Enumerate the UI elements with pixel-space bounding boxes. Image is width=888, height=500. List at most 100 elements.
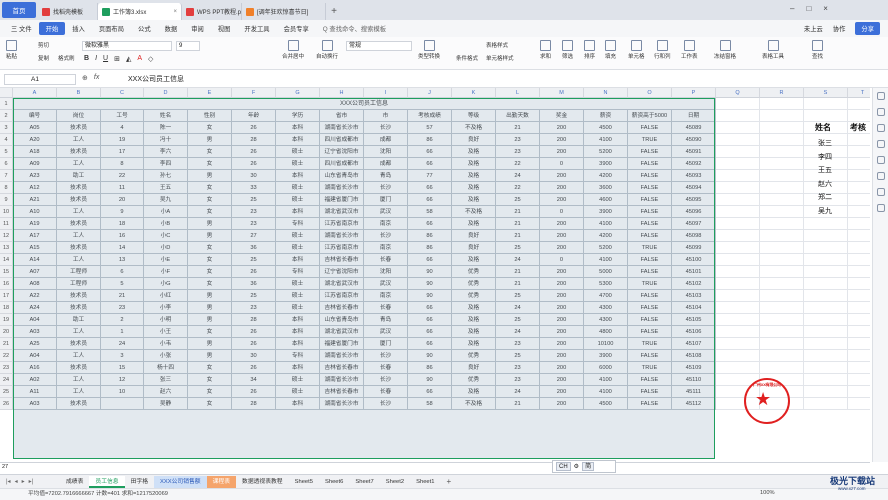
table-cell[interactable]: 及格: [452, 338, 496, 350]
table-cell[interactable]: 本科: [276, 206, 320, 218]
table-cell[interactable]: 45103: [672, 290, 716, 302]
empty-cell[interactable]: [804, 386, 848, 398]
table-cell[interactable]: 24: [101, 338, 144, 350]
header-cell[interactable]: 省市: [320, 110, 364, 122]
table-cell[interactable]: 女: [188, 386, 232, 398]
table-cell[interactable]: 26: [232, 326, 276, 338]
table-cell[interactable]: 24: [496, 302, 540, 314]
table-cell[interactable]: 200: [540, 290, 584, 302]
table-cell[interactable]: 23: [232, 206, 276, 218]
table-cell[interactable]: 5200: [584, 146, 628, 158]
name-box[interactable]: A1: [4, 74, 76, 85]
table-cell[interactable]: 吉林省长春市: [320, 362, 364, 374]
first-sheet-icon[interactable]: |◂: [6, 478, 11, 485]
table-cell[interactable]: 86: [408, 242, 452, 254]
table-cell[interactable]: 30: [232, 170, 276, 182]
table-cell[interactable]: 3900: [584, 350, 628, 362]
table-cell[interactable]: 23: [101, 302, 144, 314]
new-tab-button[interactable]: +: [326, 3, 342, 20]
table-cell[interactable]: 90: [408, 374, 452, 386]
sum-button[interactable]: 求和: [540, 40, 551, 60]
column-header[interactable]: C: [101, 88, 144, 98]
table-cell[interactable]: A23: [13, 170, 57, 182]
table-cell[interactable]: 66: [408, 146, 452, 158]
table-cell[interactable]: 硕士: [276, 302, 320, 314]
format-painter-button[interactable]: 格式刷: [58, 54, 75, 62]
table-cell[interactable]: 长沙: [364, 230, 408, 242]
table-cell[interactable]: A19: [13, 218, 57, 230]
table-cell[interactable]: 长沙: [364, 122, 408, 134]
table-cell[interactable]: 专科: [276, 266, 320, 278]
table-cell[interactable]: 90: [408, 290, 452, 302]
table-cell[interactable]: A03: [13, 398, 57, 410]
last-sheet-icon[interactable]: ▸|: [29, 478, 34, 485]
empty-cell[interactable]: [716, 110, 760, 122]
ime-lang[interactable]: CH: [556, 462, 571, 471]
empty-cell[interactable]: [760, 206, 804, 218]
table-cell[interactable]: 5300: [584, 278, 628, 290]
table-cell[interactable]: 四川省成都市: [320, 134, 364, 146]
table-cell[interactable]: 女: [188, 374, 232, 386]
column-header[interactable]: P: [672, 88, 716, 98]
table-cell[interactable]: 66: [408, 254, 452, 266]
table-cell[interactable]: FALSE: [628, 374, 672, 386]
table-cell[interactable]: 16: [101, 230, 144, 242]
table-cell[interactable]: 杨十四: [144, 362, 188, 374]
table-cell[interactable]: 26: [232, 158, 276, 170]
table-cell[interactable]: 小韦: [144, 338, 188, 350]
table-cell[interactable]: 硕士: [276, 182, 320, 194]
table-cell[interactable]: 男: [188, 314, 232, 326]
table-cell[interactable]: 厦门: [364, 338, 408, 350]
table-cell[interactable]: FALSE: [628, 398, 672, 410]
table-cell[interactable]: 本科: [276, 314, 320, 326]
table-cell[interactable]: 青岛: [364, 314, 408, 326]
table-cell[interactable]: 4100: [584, 374, 628, 386]
table-cell[interactable]: 200: [540, 314, 584, 326]
empty-cell[interactable]: [848, 158, 870, 170]
empty-cell[interactable]: [804, 266, 848, 278]
table-cell[interactable]: 25: [496, 350, 540, 362]
table-cell[interactable]: 优秀: [452, 374, 496, 386]
table-cell[interactable]: 硕士: [276, 242, 320, 254]
table-cell[interactable]: 不及格: [452, 206, 496, 218]
table-cell[interactable]: 及格: [452, 302, 496, 314]
table-cell[interactable]: 45102: [672, 278, 716, 290]
table-cell[interactable]: 技术员: [57, 362, 101, 374]
table-cell[interactable]: A07: [13, 266, 57, 278]
empty-cell[interactable]: [760, 254, 804, 266]
table-cell[interactable]: 长沙: [364, 350, 408, 362]
empty-cell[interactable]: [760, 146, 804, 158]
table-cell[interactable]: 90: [408, 278, 452, 290]
table-cell[interactable]: 25: [496, 194, 540, 206]
table-cell[interactable]: 长沙: [364, 374, 408, 386]
extra-list-header[interactable]: 姓名: [815, 122, 831, 133]
table-cell[interactable]: 良好: [452, 242, 496, 254]
close-window-icon[interactable]: ×: [823, 4, 828, 13]
empty-cell[interactable]: [716, 278, 760, 290]
table-cell[interactable]: FALSE: [628, 170, 672, 182]
table-cell[interactable]: 36: [232, 278, 276, 290]
table-cell[interactable]: A02: [13, 374, 57, 386]
table-cell[interactable]: 工人: [57, 158, 101, 170]
font-family-select[interactable]: 微软雅黑: [82, 41, 172, 51]
table-cell[interactable]: 200: [540, 326, 584, 338]
table-cell[interactable]: A09: [13, 158, 57, 170]
table-cell[interactable]: 小F: [144, 266, 188, 278]
sheet-tab[interactable]: 数据透视表教程: [236, 476, 289, 488]
table-cell[interactable]: 200: [540, 398, 584, 410]
table-cell[interactable]: 硕士: [276, 230, 320, 242]
table-cell[interactable]: A25: [13, 338, 57, 350]
header-cell[interactable]: 薪资: [584, 110, 628, 122]
row-header[interactable]: 7: [0, 170, 13, 182]
zoom-icon[interactable]: ⊕: [82, 74, 88, 82]
table-cell[interactable]: 四川省成都市: [320, 158, 364, 170]
table-cell[interactable]: 技术员: [57, 242, 101, 254]
table-cell[interactable]: 小张: [144, 350, 188, 362]
row-header[interactable]: 9: [0, 194, 13, 206]
table-cell[interactable]: 女: [188, 122, 232, 134]
empty-cell[interactable]: [716, 350, 760, 362]
table-cell[interactable]: A03: [13, 326, 57, 338]
table-cell[interactable]: 福建省厦门市: [320, 194, 364, 206]
extra-list-header2[interactable]: 考核: [850, 122, 866, 133]
header-cell[interactable]: 日期: [672, 110, 716, 122]
